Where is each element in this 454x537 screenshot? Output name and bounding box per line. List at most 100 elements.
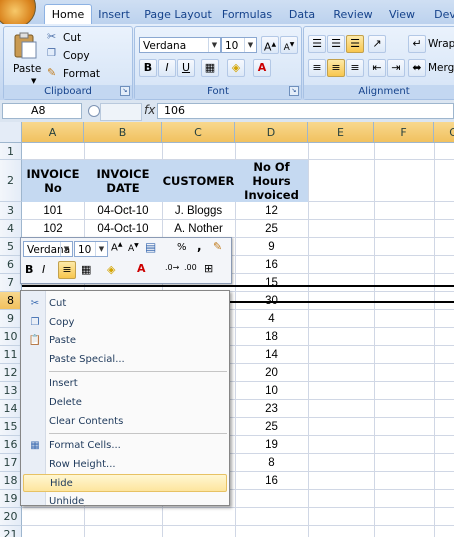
column-header-f[interactable]: F	[374, 122, 434, 143]
menu-item-unhide[interactable]: Unhide	[23, 493, 227, 511]
row-header-16[interactable]: 16	[0, 436, 22, 454]
accounting-format-icon[interactable]: ▤	[145, 240, 156, 254]
mini-font-combo[interactable]: Verdana ▼	[23, 241, 73, 257]
cell-a4[interactable]: 102	[22, 220, 84, 238]
grow-font-icon[interactable]: A▲	[111, 241, 122, 253]
cell-b3[interactable]: 04-Oct-10	[84, 202, 162, 220]
menu-item-copy[interactable]: ❐ Copy	[23, 314, 227, 332]
column-header-g[interactable]: G	[434, 122, 454, 143]
cell-d10[interactable]: 18	[235, 328, 308, 346]
bold-button[interactable]: B	[139, 59, 157, 77]
cell-d16[interactable]: 19	[235, 436, 308, 454]
format-painter-icon[interactable]: ✎	[47, 66, 56, 79]
header-customer[interactable]: CUSTOMER	[162, 160, 235, 202]
column-header-e[interactable]: E	[308, 122, 374, 143]
row-header-11[interactable]: 11	[0, 346, 22, 364]
cell-d6[interactable]: 16	[235, 256, 308, 274]
menu-item-row-height[interactable]: Row Height...	[23, 456, 227, 474]
fx-icon[interactable]: fx	[144, 103, 155, 117]
italic-button[interactable]: I	[158, 59, 176, 77]
font-name-combo[interactable]: Verdana ▼	[139, 37, 221, 53]
mini-italic-icon[interactable]: I	[42, 263, 45, 276]
row-header-7[interactable]: 7	[0, 274, 22, 292]
cell-d5[interactable]: 9	[235, 238, 308, 256]
font-size-combo[interactable]: 10 ▼	[221, 37, 257, 53]
cut-icon[interactable]: ✂	[47, 30, 56, 43]
merge-center-icon[interactable]: ⊞	[204, 262, 213, 275]
clipboard-launcher-icon[interactable]: ↘	[120, 86, 130, 96]
shrink-font-icon[interactable]: A▼	[280, 36, 298, 54]
column-header-b[interactable]: B	[84, 122, 162, 143]
comma-style-icon[interactable]: ,	[197, 239, 202, 253]
paste-icon[interactable]	[12, 31, 38, 61]
mini-font-color-icon[interactable]: A	[137, 262, 146, 275]
row-header-4[interactable]: 4	[0, 220, 22, 238]
percent-icon[interactable]: %	[177, 242, 187, 253]
name-box[interactable]: A8	[2, 103, 82, 119]
tab-review[interactable]: Review	[330, 5, 376, 24]
cell-d12[interactable]: 20	[235, 364, 308, 382]
cell-d17[interactable]: 8	[235, 454, 308, 472]
header-invoice-date[interactable]: INVOICE DATE	[84, 160, 162, 202]
align-middle-icon[interactable]: ☰	[327, 35, 345, 53]
align-top-icon[interactable]: ☰	[308, 35, 326, 53]
grow-font-icon[interactable]: A▲	[261, 36, 279, 54]
align-bottom-icon[interactable]: ☰	[346, 35, 364, 53]
row-header-20[interactable]: 20	[0, 508, 22, 526]
underline-button[interactable]: U	[177, 59, 195, 77]
column-header-d[interactable]: D	[235, 122, 308, 143]
row-header-18[interactable]: 18	[0, 472, 22, 490]
mini-borders-icon[interactable]: ▦	[81, 263, 91, 276]
menu-item-clear-contents[interactable]: Clear Contents	[23, 413, 227, 431]
tab-home[interactable]: Home	[44, 4, 92, 24]
fill-color-icon[interactable]: ◈	[227, 59, 245, 77]
merge-cells-icon[interactable]: ⬌	[408, 59, 426, 77]
select-all-corner[interactable]	[0, 122, 22, 143]
menu-item-insert[interactable]: Insert	[23, 375, 227, 393]
tab-data[interactable]: Data	[283, 5, 321, 24]
format-painter-icon[interactable]: ✎	[213, 240, 222, 253]
cell-d4[interactable]: 25	[235, 220, 308, 238]
row-header-10[interactable]: 10	[0, 328, 22, 346]
cut-button[interactable]: Cut	[63, 30, 81, 46]
column-header-c[interactable]: C	[162, 122, 235, 143]
orientation-icon[interactable]: ↗	[368, 35, 386, 53]
row-header-15[interactable]: 15	[0, 418, 22, 436]
row-header-5[interactable]: 5	[0, 238, 22, 256]
tab-page-layout[interactable]: Page Layout	[143, 5, 213, 24]
name-box-resize-icon[interactable]	[88, 105, 100, 117]
tab-view[interactable]: View	[384, 5, 420, 24]
tab-developer[interactable]: Dev	[430, 5, 454, 24]
mini-bold-icon[interactable]: B	[25, 263, 33, 276]
cell-a3[interactable]: 101	[22, 202, 84, 220]
row-header-1[interactable]: 1	[0, 143, 22, 160]
tab-formulas[interactable]: Formulas	[221, 5, 273, 24]
row-header-8[interactable]: 8	[0, 292, 22, 310]
font-color-icon[interactable]: A	[253, 59, 271, 77]
row-header-3[interactable]: 3	[0, 202, 22, 220]
font-launcher-icon[interactable]: ↘	[289, 86, 299, 96]
paste-button[interactable]: Paste	[13, 61, 41, 77]
mini-size-combo[interactable]: 10 ▼	[74, 241, 108, 257]
header-hours-invoiced[interactable]: No Of Hours Invoiced	[235, 160, 308, 202]
row-header-14[interactable]: 14	[0, 400, 22, 418]
cell-d14[interactable]: 23	[235, 400, 308, 418]
align-right-icon[interactable]: ≡	[346, 59, 364, 77]
menu-item-cut[interactable]: ✂ Cut	[23, 295, 227, 313]
cell-d13[interactable]: 10	[235, 382, 308, 400]
align-left-icon[interactable]: ≡	[308, 59, 326, 77]
row-header-6[interactable]: 6	[0, 256, 22, 274]
wrap-text-icon[interactable]: ↵	[408, 35, 426, 53]
copy-icon[interactable]: ❐	[47, 48, 56, 59]
borders-icon[interactable]: ▦	[201, 59, 219, 77]
menu-item-delete[interactable]: Delete	[23, 394, 227, 412]
row-header-21[interactable]: 21	[0, 526, 22, 537]
menu-item-paste[interactable]: 📋 Paste	[23, 332, 227, 350]
cell-d9[interactable]: 4	[235, 310, 308, 328]
cell-d18[interactable]: 16	[235, 472, 308, 490]
cell-d11[interactable]: 14	[235, 346, 308, 364]
column-header-a[interactable]: A	[22, 122, 84, 143]
increase-indent-icon[interactable]: ⇥	[387, 59, 405, 77]
cell-d3[interactable]: 12	[235, 202, 308, 220]
row-header-2[interactable]: 2	[0, 160, 22, 202]
